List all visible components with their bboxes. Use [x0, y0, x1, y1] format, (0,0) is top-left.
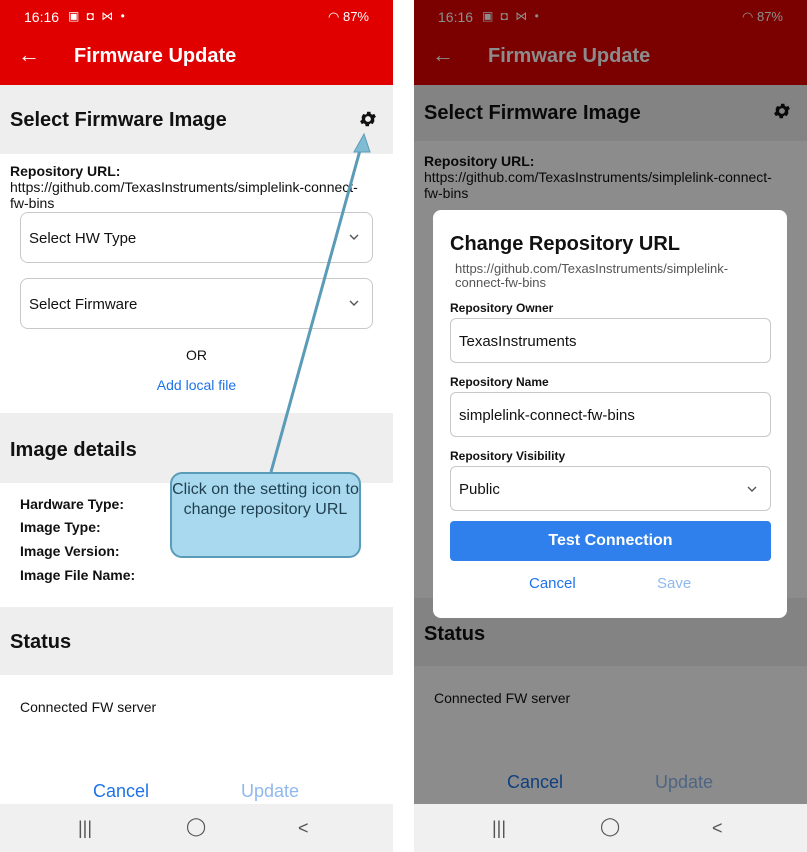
chevron-down-icon [747, 486, 757, 492]
repository-visibility-select[interactable]: Public [450, 466, 771, 511]
dialog-url-preview: https://github.com/TexasInstruments/simp… [455, 261, 729, 290]
change-repository-screen: 16:16 ▣ ◘ ⋈ • ◠ 87% ← Firmware Update Se… [414, 0, 807, 852]
dialog-save-button[interactable]: Save [657, 575, 691, 592]
or-separator: OR [186, 347, 207, 363]
wifi-icon: ◠ [328, 9, 343, 24]
notification-icons: ▣ ◘ ⋈ • [68, 9, 127, 23]
firmware-placeholder: Select Firmware [29, 296, 138, 313]
hw-type-dropdown[interactable]: Select HW Type [20, 212, 373, 263]
repository-url-line: Repository URL: https://github.com/Texas… [10, 163, 370, 211]
recent-apps-icon[interactable]: ||| [78, 818, 92, 839]
repository-url-value: https://github.com/TexasInstruments/simp… [10, 179, 358, 211]
app-bar: ← Firmware Update [0, 30, 393, 85]
chevron-down-icon [349, 300, 359, 306]
status-section-header: Status [0, 607, 393, 675]
dialog-cancel-button[interactable]: Cancel [529, 575, 576, 592]
chevron-down-icon [349, 234, 359, 240]
repository-url-label: Repository URL: [10, 163, 121, 179]
section-title-status: Status [10, 631, 72, 653]
hardware-type-label: Hardware Type: [20, 496, 124, 512]
test-connection-button[interactable]: Test Connection [450, 521, 771, 561]
settings-gear-icon[interactable] [358, 109, 378, 129]
repository-owner-field[interactable]: TexasInstruments [450, 318, 771, 363]
repository-name-field[interactable]: simplelink-connect-fw-bins [450, 392, 771, 437]
repository-owner-value: TexasInstruments [459, 333, 577, 350]
back-arrow-icon[interactable]: ← [18, 42, 40, 68]
add-local-file-link[interactable]: Add local file [0, 377, 393, 393]
repository-name-label: Repository Name [450, 375, 549, 389]
back-nav-icon[interactable]: < [712, 818, 723, 839]
repository-name-value: simplelink-connect-fw-bins [459, 407, 635, 424]
status-time: 16:16 [24, 9, 60, 25]
change-repository-dialog: Change Repository URL https://github.com… [433, 210, 787, 618]
image-file-name-label: Image File Name: [20, 567, 136, 583]
image-type-label: Image Type: [20, 519, 101, 535]
update-button[interactable]: Update [241, 781, 299, 802]
firmware-update-screen: 16:16 ▣ ◘ ⋈ • ◠ 87% ← Firmware Update Se… [0, 0, 393, 852]
firmware-dropdown[interactable]: Select Firmware [20, 278, 373, 329]
battery-percent: 87% [342, 9, 369, 24]
home-icon[interactable]: ◯ [186, 816, 206, 837]
section-title-image-details: Image details [10, 439, 137, 461]
repository-visibility-label: Repository Visibility [450, 449, 566, 463]
status-bar: 16:16 ▣ ◘ ⋈ • ◠ 87% [0, 0, 393, 30]
dialog-title: Change Repository URL [450, 233, 681, 255]
select-firmware-section-header: Select Firmware Image [0, 85, 393, 154]
back-nav-icon[interactable]: < [298, 818, 309, 839]
image-version-label: Image Version: [20, 543, 120, 559]
home-icon[interactable]: ◯ [600, 816, 620, 837]
system-navigation-bar: ||| ◯ < [414, 804, 807, 852]
section-title-select-firmware: Select Firmware Image [10, 109, 227, 131]
battery-indicator: ◠ 87% [328, 9, 369, 25]
repository-owner-label: Repository Owner [450, 301, 554, 315]
hw-type-placeholder: Select HW Type [29, 230, 137, 247]
instruction-callout: Click on the setting icon to change repo… [170, 472, 361, 558]
repository-visibility-value: Public [459, 481, 500, 498]
status-message: Connected FW server [20, 699, 157, 715]
app-bar-title: Firmware Update [74, 45, 237, 67]
cancel-button[interactable]: Cancel [93, 781, 149, 802]
system-navigation-bar: ||| ◯ < [0, 804, 393, 852]
recent-apps-icon[interactable]: ||| [492, 818, 506, 839]
